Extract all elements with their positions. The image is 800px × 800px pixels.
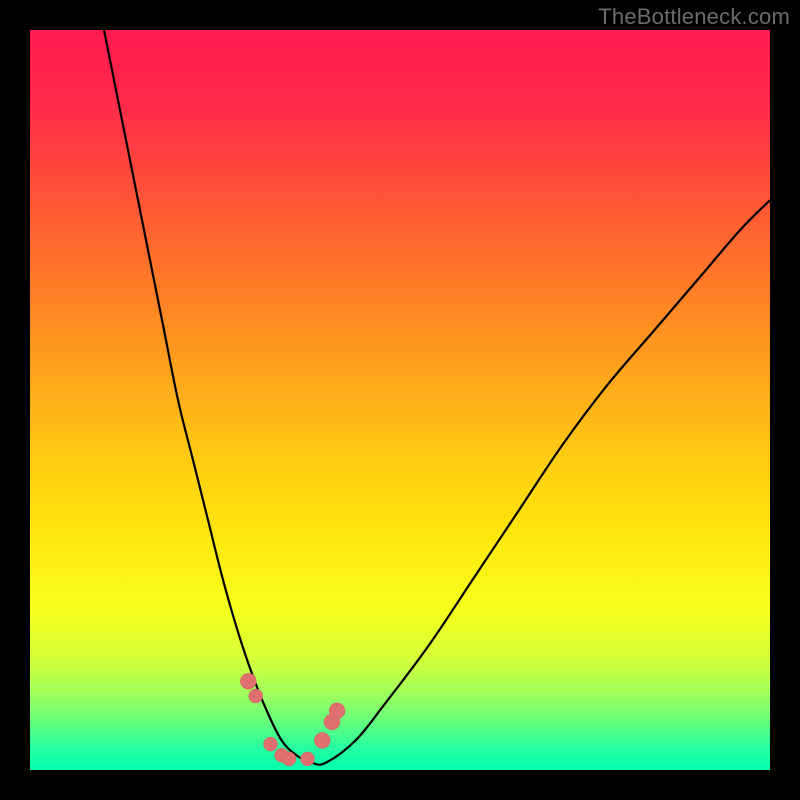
marker-point — [301, 752, 315, 766]
marker-point — [329, 703, 345, 719]
marker-point — [264, 737, 278, 751]
marker-point — [249, 689, 263, 703]
chart-frame: TheBottleneck.com — [0, 0, 800, 800]
marker-point — [240, 673, 256, 689]
marker-point — [314, 732, 330, 748]
bottleneck-curve — [104, 30, 770, 765]
curve-svg — [30, 30, 770, 770]
watermark-text: TheBottleneck.com — [598, 4, 790, 30]
marker-point — [282, 752, 296, 766]
plot-area — [30, 30, 770, 770]
